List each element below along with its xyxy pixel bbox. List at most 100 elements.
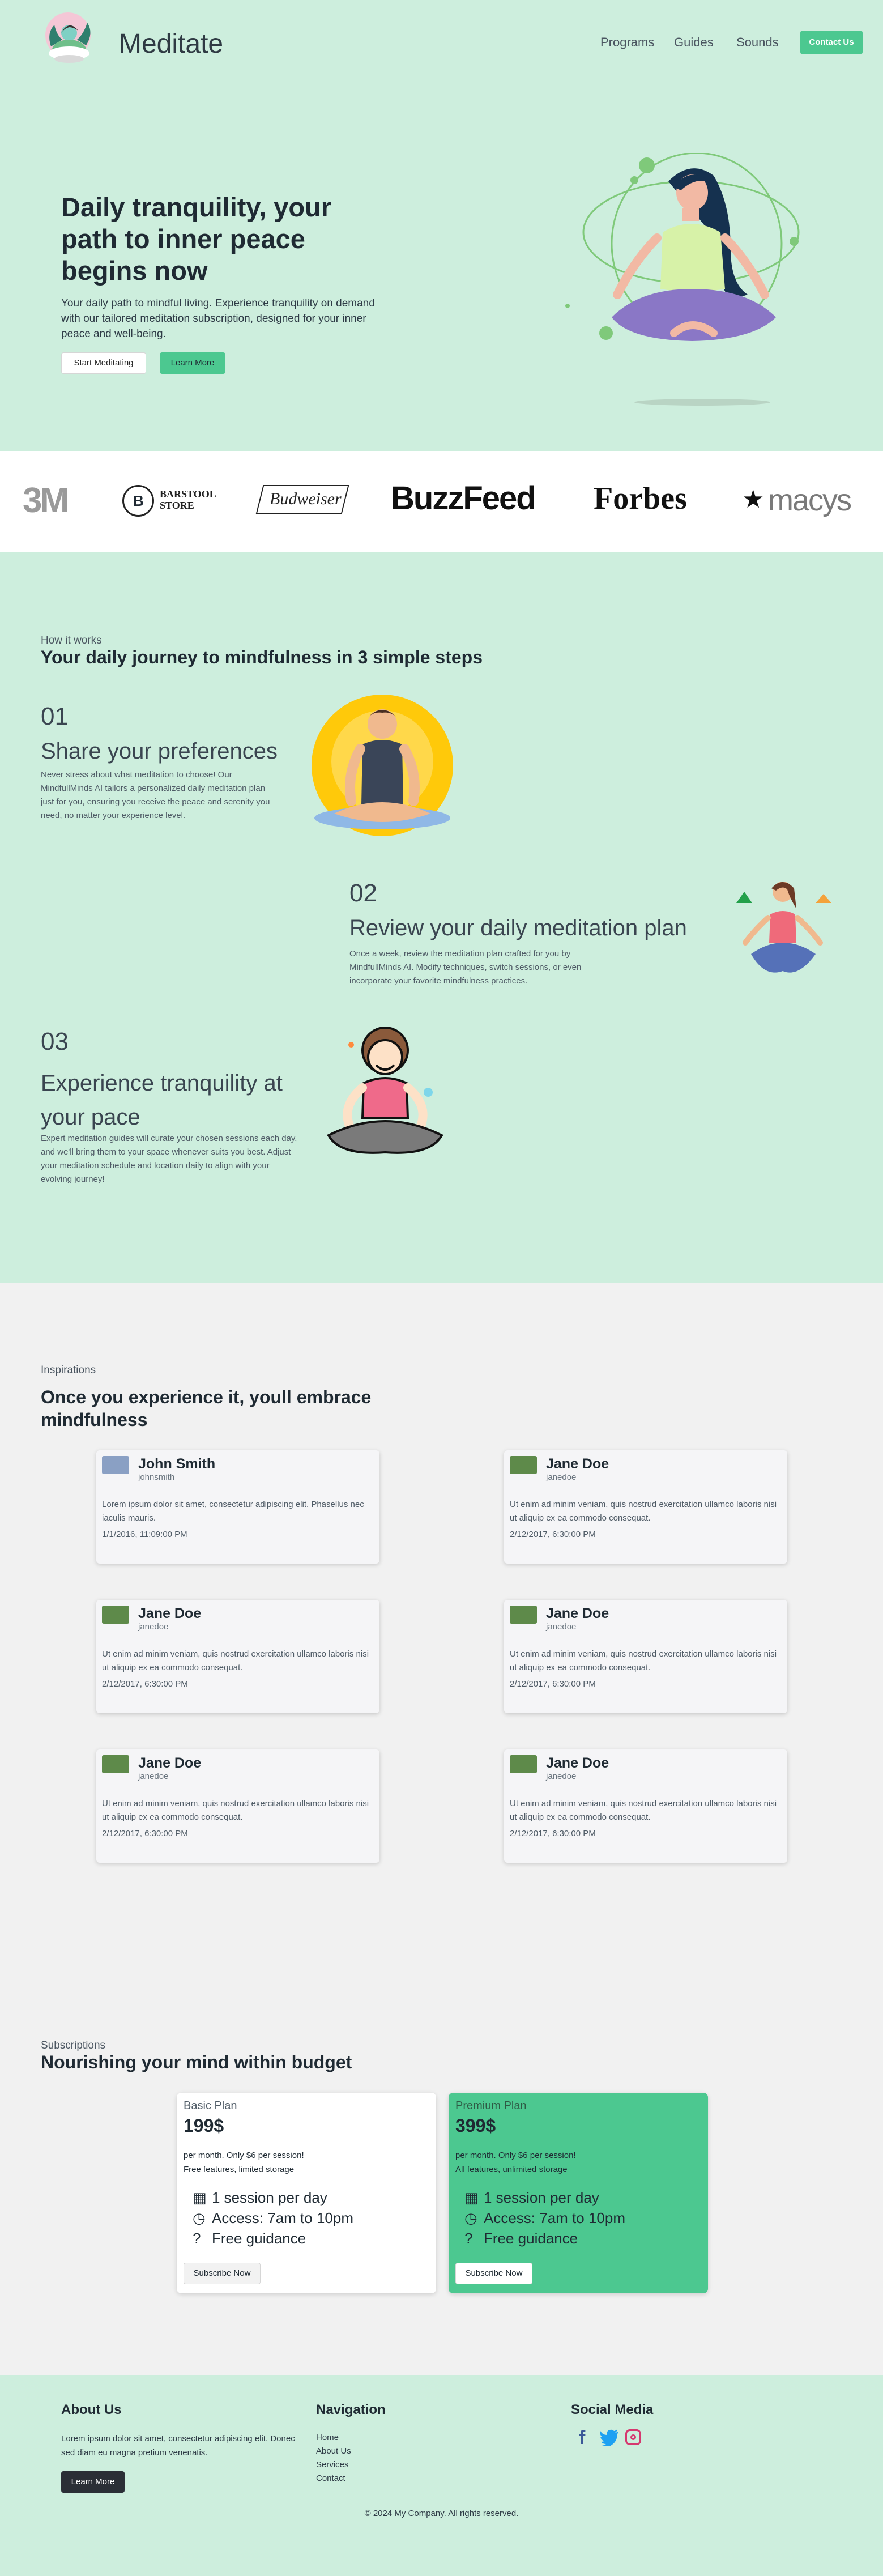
copyright: © 2024 My Company. All rights reserved. <box>364 2509 519 2518</box>
nav-programs[interactable]: Programs <box>600 35 654 50</box>
testimonial-body: Ut enim ad minim veniam, quis nostrud ex… <box>510 1649 777 1672</box>
footer-about-title: About Us <box>61 2402 122 2417</box>
plan-feature: ? Free guidance <box>193 2230 306 2247</box>
subscribe-premium-button[interactable]: Subscribe Now <box>455 2263 532 2284</box>
logo-buzzfeed: BuzzFeed <box>391 480 536 517</box>
inspirations-eyebrow: Inspirations <box>41 1364 96 1376</box>
plan-desc: per month. Only $6 per session! All feat… <box>455 2148 576 2177</box>
avatar <box>510 1456 537 1474</box>
plan-desc-line-2: All features, unlimited storage <box>455 2165 568 2174</box>
footer-learn-more-button[interactable]: Learn More <box>61 2471 125 2493</box>
how-title: Your daily journey to mindfulness in 3 s… <box>41 647 483 667</box>
testimonial-date: 2/12/2017, 6:30:00 PM <box>102 1679 188 1689</box>
logo-barstool: BARSTOOL STORE <box>160 488 216 511</box>
partner-logos: 3M B BARSTOOL STORE Budweiser BuzzFeed F… <box>0 451 883 552</box>
step-2-illustration <box>731 875 838 988</box>
brand-logo[interactable] <box>40 10 100 74</box>
step-3-text: Expert meditation guides will curate you… <box>41 1134 297 1184</box>
testimonial-name: John Smith <box>138 1456 216 1472</box>
plan-feature: ◷ Access: 7am to 10pm <box>464 2209 625 2227</box>
testimonial-card: Jane Doe janedoe Ut enim ad minim veniam… <box>96 1600 379 1713</box>
step-1-illustration <box>312 695 453 836</box>
logo-forbes: Forbes <box>594 481 687 516</box>
avatar <box>510 1755 537 1773</box>
footer-social-title: Social Media <box>571 2402 654 2417</box>
logo-budweiser: Budweiser <box>270 489 342 508</box>
calendar-icon: ▦ <box>464 2189 479 2206</box>
plan-price: 199$ <box>184 2115 224 2136</box>
testimonial-name: Jane Doe <box>546 1606 609 1621</box>
hero-title: Daily tranquility, your path to inner pe… <box>61 192 332 286</box>
footer-link-services[interactable]: Services <box>316 2460 349 2469</box>
hero-section: Meditate Programs Guides Sounds Contact … <box>0 0 883 451</box>
footer-link-about[interactable]: About Us <box>316 2446 351 2456</box>
logo-macys: macys <box>768 483 852 517</box>
footer-about-text: Lorem ipsum dolor sit amet, consectetur … <box>61 2434 295 2458</box>
step-3-title: Experience tranquility at your pace <box>41 1071 283 1130</box>
testimonial-name: Jane Doe <box>546 1456 609 1472</box>
step-2-title: Review your daily meditation plan <box>349 916 687 940</box>
avatar <box>510 1606 537 1624</box>
plan-desc-line-1: per month. Only $6 per session! <box>184 2151 304 2160</box>
plan-desc-line-1: per month. Only $6 per session! <box>455 2151 576 2160</box>
plan-name: Basic Plan <box>184 2100 237 2112</box>
contact-button[interactable]: Contact Us <box>800 31 863 54</box>
testimonial-name: Jane Doe <box>138 1606 202 1621</box>
testimonial-body: Ut enim ad minim veniam, quis nostrud ex… <box>510 1500 777 1523</box>
subscribe-basic-button[interactable]: Subscribe Now <box>184 2263 261 2284</box>
footer-link-contact[interactable]: Contact <box>316 2473 345 2483</box>
testimonial-handle: janedoe <box>546 1622 577 1632</box>
plan-feature-label: Free guidance <box>212 2230 306 2247</box>
clock-icon: ◷ <box>193 2209 206 2226</box>
footer-link-home[interactable]: Home <box>316 2433 339 2442</box>
testimonial-date: 2/12/2017, 6:30:00 PM <box>102 1829 188 1838</box>
step-1-text: Never stress about what meditation to ch… <box>41 770 270 820</box>
question-circle-icon: ? <box>193 2230 201 2247</box>
testimonial-handle: janedoe <box>138 1622 169 1632</box>
testimonial-card: Jane Doe janedoe Ut enim ad minim veniam… <box>504 1450 787 1564</box>
plan-feature: ▦ 1 session per day <box>193 2189 327 2207</box>
plan-desc: per month. Only $6 per session! Free fea… <box>184 2148 304 2177</box>
testimonial-handle: johnsmith <box>138 1472 175 1482</box>
how-eyebrow: How it works <box>41 635 102 646</box>
avatar <box>102 1456 129 1474</box>
footer-nav-title: Navigation <box>316 2402 386 2417</box>
how-it-works-section: How it works Your daily journey to mindf… <box>0 552 883 1283</box>
logo-3m: 3M <box>23 481 69 520</box>
testimonial-date: 1/1/2016, 11:09:00 PM <box>102 1530 187 1539</box>
testimonial-body: Ut enim ad minim veniam, quis nostrud ex… <box>510 1799 777 1822</box>
pricing-section: Subscriptions Nourishing your mind withi… <box>0 2008 883 2375</box>
nav-guides[interactable]: Guides <box>674 35 714 50</box>
plan-feature-label: Access: 7am to 10pm <box>484 2209 625 2226</box>
learn-more-button[interactable]: Learn More <box>160 352 225 374</box>
testimonial-name: Jane Doe <box>138 1755 202 1771</box>
macys-star-icon: ★ <box>742 486 765 513</box>
brand-name[interactable]: Meditate <box>119 28 223 59</box>
testimonial-body: Lorem ipsum dolor sit amet, consectetur … <box>102 1500 364 1523</box>
facebook-icon[interactable]: f <box>579 2427 585 2449</box>
twitter-icon[interactable] <box>599 2429 620 2447</box>
plan-price: 399$ <box>455 2115 496 2136</box>
testimonial-name: Jane Doe <box>546 1755 609 1771</box>
pricing-eyebrow: Subscriptions <box>41 2039 106 2051</box>
testimonial-handle: janedoe <box>138 1772 169 1781</box>
basic-plan-card: Basic Plan 199$ per month. Only $6 per s… <box>177 2093 436 2293</box>
start-meditating-button[interactable]: Start Meditating <box>61 352 146 374</box>
testimonial-body: Ut enim ad minim veniam, quis nostrud ex… <box>102 1649 369 1672</box>
plan-feature: ▦ 1 session per day <box>464 2189 599 2207</box>
testimonial-date: 2/12/2017, 6:30:00 PM <box>510 1829 596 1838</box>
nav-sounds[interactable]: Sounds <box>736 35 779 50</box>
barstool-badge-icon: B <box>122 485 154 517</box>
site-footer: About Us Lorem ipsum dolor sit amet, con… <box>0 2375 883 2576</box>
testimonial-handle: janedoe <box>546 1772 577 1781</box>
testimonial-date: 2/12/2017, 6:30:00 PM <box>510 1679 596 1689</box>
step-1-number: 01 <box>41 702 69 730</box>
plan-feature-label: 1 session per day <box>484 2189 599 2206</box>
testimonial-card: Jane Doe janedoe Ut enim ad minim veniam… <box>504 1749 787 1863</box>
calendar-icon: ▦ <box>193 2189 207 2206</box>
plan-feature-label: Free guidance <box>484 2230 578 2247</box>
step-3-illustration <box>317 1022 447 1158</box>
premium-plan-card: Premium Plan 399$ per month. Only $6 per… <box>449 2093 708 2293</box>
instagram-icon[interactable] <box>625 2429 641 2445</box>
plan-name: Premium Plan <box>455 2100 527 2112</box>
